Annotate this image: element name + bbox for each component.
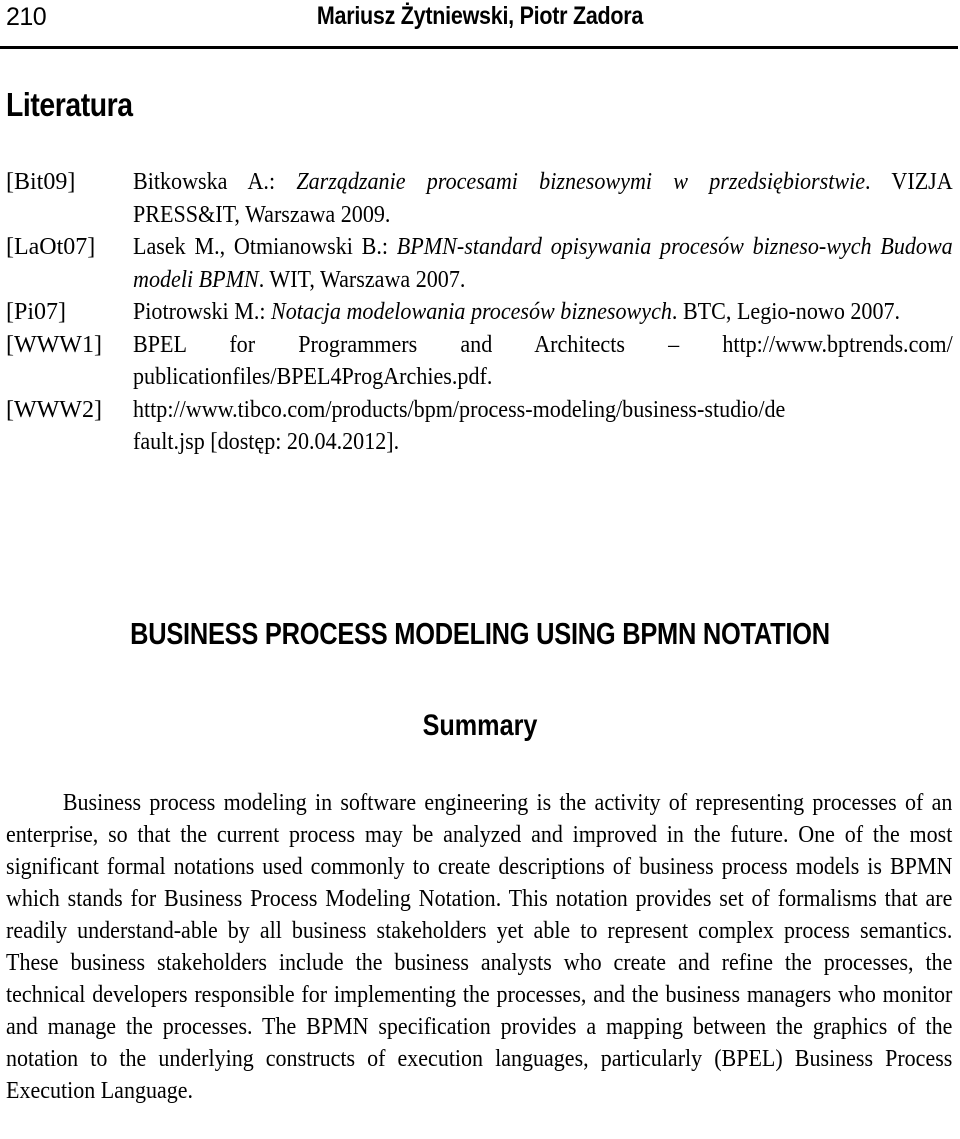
running-header-authors: Mariusz Żytniewski, Piotr Zadora: [316, 2, 644, 30]
reference-item-www2: [WWW2] http://www.tibco.com/products/bpm…: [0, 394, 960, 459]
reference-list: [Bit09] Bitkowska A.: Zarządzanie proces…: [0, 166, 960, 459]
reference-item-bit09: [Bit09] Bitkowska A.: Zarządzanie proces…: [0, 166, 960, 231]
reference-access-date: fault.jsp [dostęp: 20.04.2012].: [133, 429, 400, 455]
reference-text: Lasek M., Otmianowski B.: BPMN-standard …: [133, 231, 953, 296]
reference-key: [LaOt07]: [6, 234, 96, 260]
reference-item-laot07: [LaOt07] Lasek M., Otmianowski B.: BPMN-…: [0, 231, 960, 296]
reference-key: [Pi07]: [6, 299, 66, 325]
reference-author: Lasek M., Otmianowski B.:: [133, 234, 397, 260]
running-header: 210 Mariusz Żytniewski, Piotr Zadora: [0, 0, 960, 50]
reference-link-text-continued[interactable]: publicationfiles/BPEL4ProgArchies.pdf.: [133, 361, 953, 394]
summary-paragraph: Business process modeling in software en…: [6, 790, 953, 1104]
reference-publisher: . WIT, Warszawa 2007.: [258, 266, 466, 293]
reference-author: Piotrowski M.:: [133, 299, 272, 325]
page-number: 210: [6, 3, 47, 31]
reference-text: Piotrowski M.: Notacja modelowania proce…: [133, 296, 953, 329]
reference-publisher: . BTC, Legio-nowo 2007.: [671, 299, 901, 325]
reference-link-text[interactable]: BPEL for Programmers and Architects – ht…: [133, 329, 953, 362]
reference-link-text[interactable]: http://www.tibco.com/products/bpm/proces…: [133, 394, 953, 427]
reference-key: [WWW2]: [6, 396, 102, 423]
header-rule: [0, 46, 958, 49]
reference-title: Zarządzanie procesami biznesowymi w prze…: [296, 169, 866, 195]
literature-heading: Literatura: [6, 86, 133, 123]
paper-title: BUSINESS PROCESS MODELING USING BPMN NOT…: [130, 616, 830, 651]
reference-text: Bitkowska A.: Zarządzanie procesami bizn…: [133, 166, 953, 231]
reference-author: Bitkowska A.:: [133, 169, 297, 195]
reference-item-www1: [WWW1] BPEL for Programmers and Architec…: [0, 329, 960, 394]
reference-key: [Bit09]: [6, 169, 76, 195]
reference-item-pi07: [Pi07] Piotrowski M.: Notacja modelowani…: [0, 296, 960, 329]
summary-heading: Summary: [422, 709, 538, 742]
reference-title: Notacja modelowania procesów biznesowych: [271, 299, 672, 325]
reference-key: [WWW1]: [6, 331, 102, 358]
